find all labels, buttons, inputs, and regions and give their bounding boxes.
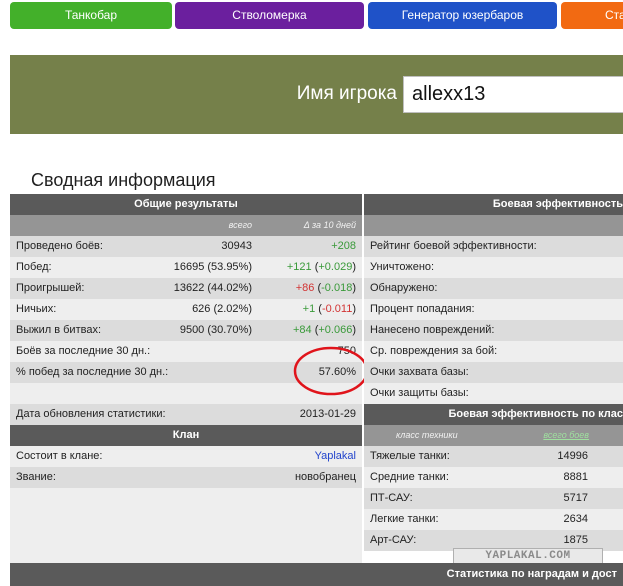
row-label: Состоит в клане: — [16, 450, 103, 462]
table-row: Нанесено повреждений: — [364, 320, 623, 341]
battle-efficiency-table: Боевая эффективность Рейтинг боевой эффе… — [364, 194, 623, 551]
tab-stats[interactable]: Ста — [561, 2, 623, 29]
table-row: Обнаружено: — [364, 278, 623, 299]
by-class-header: Боевая эффективность по клас — [364, 404, 623, 425]
table-row: Дата обновления статистики: 2013-01-29 — [10, 404, 362, 425]
table-row: Состоит в клане: Yaplakal — [10, 446, 362, 467]
top-nav: Танкобар Стволомерка Генератор юзербаров… — [0, 0, 623, 32]
col-delta-label: Δ за 10 дней — [303, 220, 356, 230]
table-row: Легкие танки: 2634 — [364, 509, 623, 530]
row-label: Очки захвата базы: — [370, 366, 469, 378]
table-row: Тяжелые танки: 14996 — [364, 446, 623, 467]
sort-total-battles-link[interactable]: всего боев — [543, 425, 589, 446]
annotation-ellipse — [293, 346, 369, 396]
col-class-label: класс техники — [396, 430, 458, 440]
player-name-label: Имя игрока — [296, 83, 397, 104]
row-total: 30943 — [221, 240, 252, 252]
row-value: 8881 — [563, 471, 588, 483]
table-row: Проигрышей: 13622 (44.02%) +86 (-0.018) — [10, 278, 362, 299]
clan-header: Клан — [10, 425, 362, 446]
table-row: Ничьих: 626 (2.02%) +1 (-0.011) — [10, 299, 362, 320]
annotation-circle — [293, 346, 369, 396]
summary-title: Сводная информация — [31, 170, 216, 190]
row-delta-count: +1 — [302, 303, 316, 315]
row-delta-percent: +0.066 — [318, 324, 353, 336]
row-total: 9500 (30.70%) — [179, 324, 252, 336]
empty-filler — [10, 488, 362, 564]
row-delta-count: +121 — [286, 261, 312, 273]
row-delta-percent: -0.011 — [321, 303, 353, 315]
row-label: Средние танки: — [370, 471, 449, 483]
general-results-subheader: всего Δ за 10 дней — [10, 215, 362, 236]
row-total: 2013-01-29 — [299, 408, 356, 420]
row-label: Уничтожено: — [370, 261, 435, 273]
row-total: 626 (2.02%) — [192, 303, 252, 315]
row-label: Арт-САУ: — [370, 534, 417, 546]
row-value: новобранец — [294, 471, 356, 483]
row-delta-count: +86 — [295, 282, 315, 294]
row-label: Ничьих: — [16, 303, 57, 315]
player-search-bar: Имя игрока — [10, 55, 623, 134]
row-value: 2634 — [563, 513, 588, 525]
tab-userbar-generator[interactable]: Генератор юзербаров — [368, 2, 557, 29]
table-row: Очки защиты базы: — [364, 383, 623, 404]
player-name-input[interactable] — [403, 76, 623, 113]
col-total-label: всего — [228, 220, 252, 230]
row-delta: +86 (-0.018) — [295, 282, 356, 294]
row-value: 14996 — [557, 450, 588, 462]
table-row: Побед: 16695 (53.95%) +121 (+0.029) — [10, 257, 362, 278]
table-row: Звание: новобранец — [10, 467, 362, 488]
table-row: Уничтожено: — [364, 257, 623, 278]
row-delta-percent: -0.018 — [321, 282, 353, 294]
row-label: Дата обновления статистики: — [16, 408, 166, 420]
row-label: ПТ-САУ: — [370, 492, 413, 504]
table-row: ПТ-САУ: 5717 — [364, 488, 623, 509]
general-results-header: Общие результаты — [10, 194, 362, 215]
awards-stats-header: Статистика по наградам и дост — [10, 563, 623, 586]
watermark-logo: YAPLAKAL.COM — [453, 548, 603, 564]
tab-tankobar[interactable]: Танкобар — [10, 2, 172, 29]
table-row: Процент попадания: — [364, 299, 623, 320]
clan-link[interactable]: Yaplakal — [315, 446, 356, 467]
table-row: Очки захвата базы: — [364, 362, 623, 383]
table-row: Ср. повреждения за бой: — [364, 341, 623, 362]
row-total: 16695 (53.95%) — [173, 261, 252, 273]
row-label: Боёв за последние 30 дн.: — [16, 345, 151, 357]
row-label: Легкие танки: — [370, 513, 439, 525]
row-label: % побед за последние 30 дн.: — [16, 366, 169, 378]
table-row — [364, 215, 623, 236]
row-label: Звание: — [16, 471, 56, 483]
row-label: Побед: — [16, 261, 52, 273]
row-label: Выжил в битвах: — [16, 324, 101, 336]
row-delta-percent: +0.029 — [318, 261, 353, 273]
table-row: Средние танки: 8881 — [364, 467, 623, 488]
row-label: Процент попадания: — [370, 303, 475, 315]
row-label: Нанесено повреждений: — [370, 324, 495, 336]
by-class-subheader: класс техники всего боев — [364, 425, 623, 446]
tab-stvolomerka[interactable]: Стволомерка — [175, 2, 364, 29]
row-delta: +208 — [331, 240, 356, 252]
table-row: Проведено боёв: 30943 +208 — [10, 236, 362, 257]
row-value: 5717 — [563, 492, 588, 504]
row-delta: +84 (+0.066) — [292, 324, 356, 336]
row-label: Проигрышей: — [16, 282, 85, 294]
row-delta: +121 (+0.029) — [286, 261, 356, 273]
row-label: Рейтинг боевой эффективности: — [370, 240, 537, 252]
battle-efficiency-header: Боевая эффективность — [364, 194, 623, 215]
row-delta: +1 (-0.011) — [302, 303, 356, 315]
row-label: Очки защиты базы: — [370, 387, 469, 399]
row-label: Обнаружено: — [370, 282, 438, 294]
row-label: Тяжелые танки: — [370, 450, 450, 462]
table-row: Рейтинг боевой эффективности: — [364, 236, 623, 257]
row-label: Ср. повреждения за бой: — [370, 345, 498, 357]
row-label: Проведено боёв: — [16, 240, 103, 252]
row-total: 13622 (44.02%) — [173, 282, 252, 294]
table-row: Выжил в битвах: 9500 (30.70%) +84 (+0.06… — [10, 320, 362, 341]
row-delta-count: +84 — [292, 324, 312, 336]
